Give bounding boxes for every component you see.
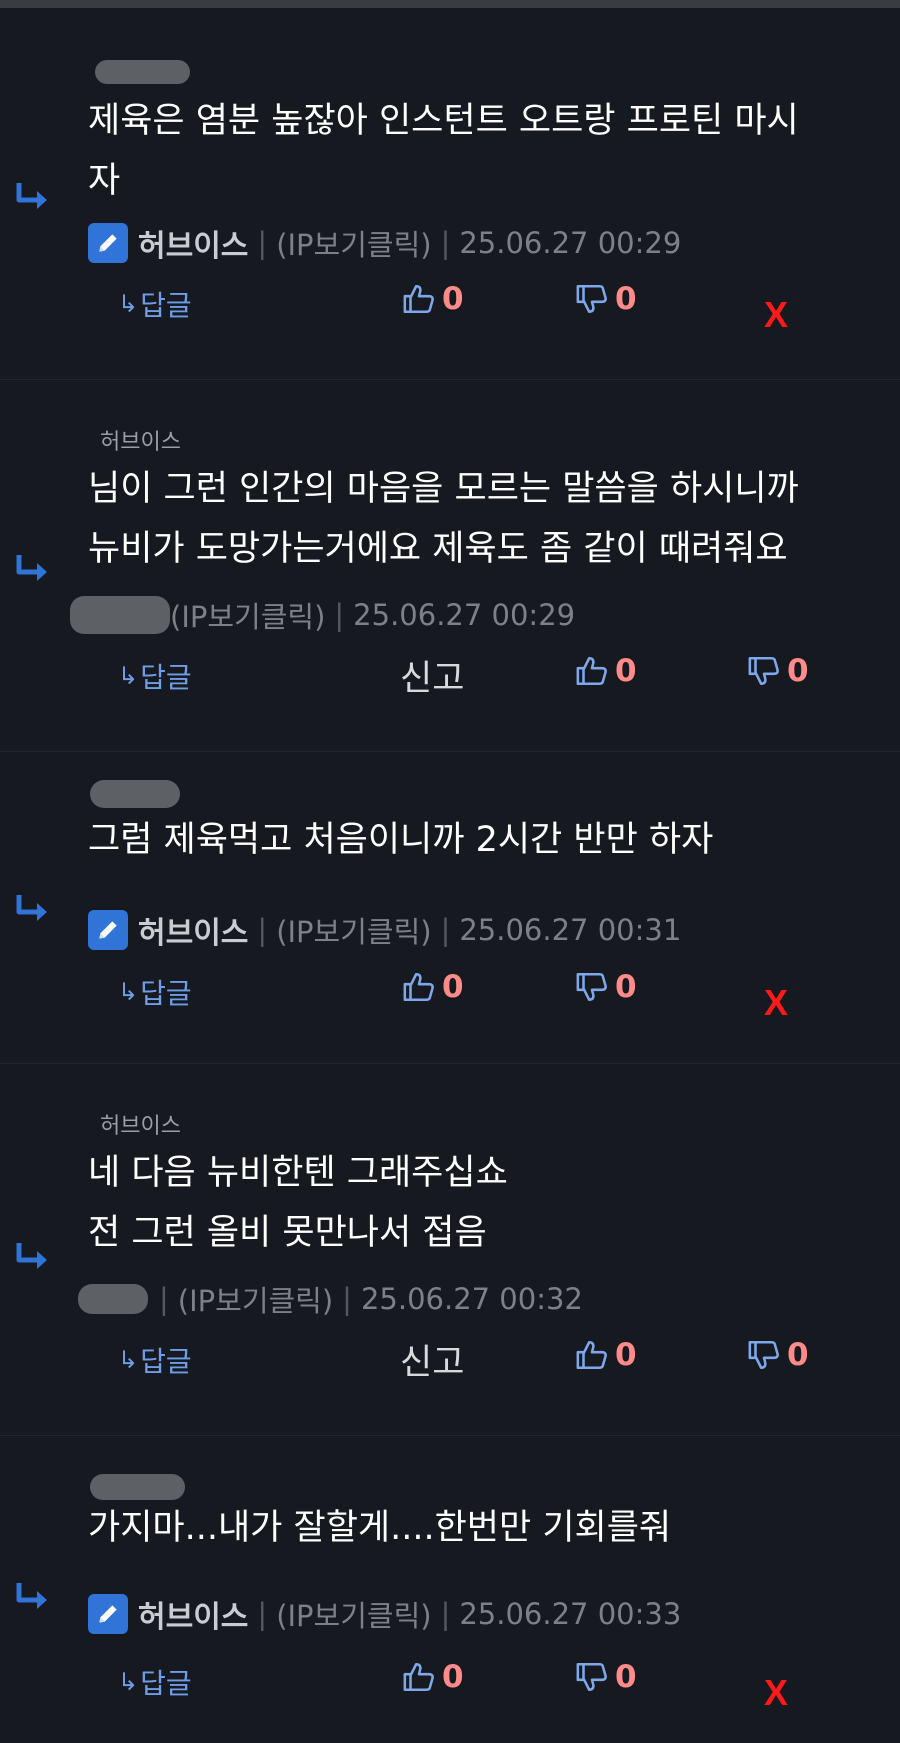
reply-button[interactable]: ↳ 답글 bbox=[118, 1340, 192, 1380]
upvote-count: 0 bbox=[615, 1337, 637, 1373]
comment-datetime: 25.06.27 00:31 bbox=[459, 913, 682, 947]
comment-datetime: 25.06.27 00:32 bbox=[360, 1282, 583, 1316]
comment-meta: 허브이스 | (IP보기클릭) | 25.06.27 00:29 bbox=[88, 221, 682, 265]
comment-item: 허브이스 네 다음 뉴비한텐 그래주십쇼 전 그런 올비 못만나서 접음 | (… bbox=[0, 1064, 900, 1436]
upvote-button[interactable]: 0 bbox=[402, 281, 464, 317]
reply-arrow-icon bbox=[14, 552, 52, 586]
blurred-username bbox=[90, 1474, 185, 1500]
thumbs-down-icon bbox=[747, 654, 781, 688]
reply-arrow-icon bbox=[14, 180, 52, 214]
blurred-username bbox=[95, 60, 190, 84]
ip-view-link[interactable]: (IP보기클릭) bbox=[178, 1278, 333, 1320]
thumbs-up-icon bbox=[575, 654, 609, 688]
comment-datetime: 25.06.27 00:29 bbox=[353, 598, 576, 632]
blurred-username bbox=[90, 780, 180, 808]
ip-view-link[interactable]: (IP보기클릭) bbox=[276, 1593, 431, 1635]
comment-author[interactable]: 허브이스 bbox=[138, 1592, 248, 1636]
upvote-button[interactable]: 0 bbox=[575, 1337, 637, 1373]
upvote-count: 0 bbox=[442, 969, 464, 1005]
comment-item: 제육은 염분 높잖아 인스턴트 오트랑 프로틴 마시 자 허브이스 | (IP보… bbox=[0, 8, 900, 380]
reply-button[interactable]: ↳ 답글 bbox=[118, 656, 192, 696]
downvote-count: 0 bbox=[615, 969, 637, 1005]
report-button[interactable]: 신고 bbox=[400, 650, 464, 701]
comment-datetime: 25.06.27 00:33 bbox=[459, 1597, 682, 1631]
upvote-button[interactable]: 0 bbox=[402, 1659, 464, 1695]
thumbs-down-icon bbox=[575, 970, 609, 1004]
comment-item: 가지마...내가 잘할게....한번만 기회를줘 허브이스 | (IP보기클릭)… bbox=[0, 1436, 900, 1743]
blurred-username bbox=[70, 596, 170, 634]
blurred-username bbox=[78, 1284, 148, 1314]
report-button[interactable]: 신고 bbox=[400, 1334, 464, 1385]
comment-meta: | (IP보기클릭) | 25.06.27 00:32 bbox=[150, 1279, 583, 1319]
comment-item: 그럼 제육먹고 처음이니까 2시간 반만 하자 허브이스 | (IP보기클릭) … bbox=[0, 752, 900, 1064]
downvote-button[interactable]: 0 bbox=[575, 281, 637, 317]
upvote-count: 0 bbox=[442, 1659, 464, 1695]
pencil-icon bbox=[88, 1594, 128, 1634]
reply-button[interactable]: ↳ 답글 bbox=[118, 972, 192, 1012]
comment-text: 가지마...내가 잘할게....한번만 기회를줘 bbox=[88, 1508, 672, 1548]
reply-small-arrow-icon: ↳ bbox=[118, 1346, 139, 1374]
downvote-count: 0 bbox=[615, 1659, 637, 1695]
comment-meta: (IP보기클릭) | 25.06.27 00:29 bbox=[170, 595, 575, 635]
comment-author[interactable]: 허브이스 bbox=[138, 221, 248, 265]
upvote-button[interactable]: 0 bbox=[402, 969, 464, 1005]
thumbs-up-icon bbox=[402, 1660, 436, 1694]
downvote-button[interactable]: 0 bbox=[747, 1337, 809, 1373]
reply-arrow-icon bbox=[14, 892, 52, 926]
thumbs-up-icon bbox=[402, 970, 436, 1004]
comment-datetime: 25.06.27 00:29 bbox=[459, 226, 682, 260]
comment-item: 허브이스 님이 그런 인간의 마음을 모르는 말씀을 하시니까 뉴비가 도망가는… bbox=[0, 380, 900, 752]
reply-arrow-icon bbox=[14, 1240, 52, 1274]
quoted-author: 허브이스 bbox=[100, 1114, 181, 1139]
reply-small-arrow-icon: ↳ bbox=[118, 290, 139, 318]
ip-view-link[interactable]: (IP보기클릭) bbox=[276, 909, 431, 951]
downvote-button[interactable]: 0 bbox=[747, 653, 809, 689]
comment-meta: 허브이스 | (IP보기클릭) | 25.06.27 00:33 bbox=[88, 1592, 682, 1636]
reply-small-arrow-icon: ↳ bbox=[118, 978, 139, 1006]
top-bar bbox=[0, 0, 900, 8]
reply-arrow-icon bbox=[14, 1580, 52, 1614]
delete-button[interactable]: X bbox=[764, 1672, 788, 1714]
reply-button[interactable]: ↳ 답글 bbox=[118, 284, 192, 324]
reply-small-arrow-icon: ↳ bbox=[118, 1668, 139, 1696]
comment-meta: 허브이스 | (IP보기클릭) | 25.06.27 00:31 bbox=[88, 908, 682, 952]
upvote-button[interactable]: 0 bbox=[575, 653, 637, 689]
upvote-count: 0 bbox=[615, 653, 637, 689]
thumbs-up-icon bbox=[575, 1338, 609, 1372]
pencil-icon bbox=[88, 223, 128, 263]
ip-view-link[interactable]: (IP보기클릭) bbox=[170, 594, 325, 636]
downvote-button[interactable]: 0 bbox=[575, 1659, 637, 1695]
downvote-button[interactable]: 0 bbox=[575, 969, 637, 1005]
pencil-icon bbox=[88, 910, 128, 950]
thumbs-down-icon bbox=[747, 1338, 781, 1372]
downvote-count: 0 bbox=[787, 1337, 809, 1373]
quoted-author: 허브이스 bbox=[100, 430, 181, 455]
comment-text: 그럼 제육먹고 처음이니까 2시간 반만 하자 bbox=[88, 820, 714, 860]
downvote-count: 0 bbox=[615, 281, 637, 317]
delete-button[interactable]: X bbox=[764, 982, 788, 1024]
reply-small-arrow-icon: ↳ bbox=[118, 662, 139, 690]
comment-text: 님이 그런 인간의 마음을 모르는 말씀을 하시니까 뉴비가 도망가는거에요 제… bbox=[88, 469, 799, 569]
comment-author[interactable]: 허브이스 bbox=[138, 908, 248, 952]
comment-text: 네 다음 뉴비한텐 그래주십쇼 전 그런 올비 못만나서 접음 bbox=[88, 1153, 508, 1253]
reply-button[interactable]: ↳ 답글 bbox=[118, 1662, 192, 1702]
delete-button[interactable]: X bbox=[764, 294, 788, 336]
thumbs-down-icon bbox=[575, 282, 609, 316]
downvote-count: 0 bbox=[787, 653, 809, 689]
upvote-count: 0 bbox=[442, 281, 464, 317]
ip-view-link[interactable]: (IP보기클릭) bbox=[276, 222, 431, 264]
thumbs-down-icon bbox=[575, 1660, 609, 1694]
thumbs-up-icon bbox=[402, 282, 436, 316]
comment-text: 제육은 염분 높잖아 인스턴트 오트랑 프로틴 마시 자 bbox=[88, 101, 799, 201]
